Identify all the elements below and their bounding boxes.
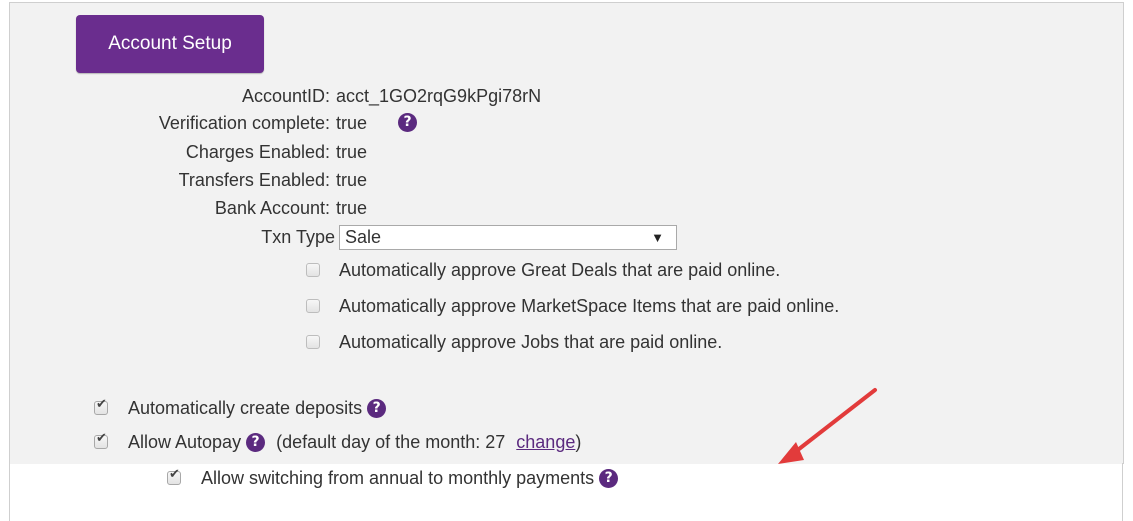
transfers-row: Transfers Enabled: true <box>0 167 700 193</box>
approve-marketspace-label: Automatically approve MarketSpace Items … <box>339 296 840 316</box>
account-setup-button[interactable]: Account Setup <box>76 15 264 73</box>
autopay-note-close: ) <box>575 432 582 452</box>
dropdown-arrow-icon: ▼ <box>651 230 664 245</box>
txn-type-select[interactable]: Sale ▼ <box>339 225 677 250</box>
question-circle-icon[interactable]: ? <box>599 469 619 488</box>
allow-switching-row: Allow switching from annual to monthly p… <box>201 465 619 491</box>
allow-autopay-label: Allow Autopay <box>128 432 242 452</box>
account-id-value: acct_1GO2rqG9kPgi78rN <box>336 86 542 106</box>
charges-value: true <box>336 142 368 162</box>
bank-value: true <box>336 198 368 218</box>
txn-type-row: Txn Type <box>0 224 340 250</box>
approve-jobs-checkbox[interactable] <box>306 335 320 349</box>
allow-autopay-row: Allow Autopay ? (default day of the mont… <box>128 429 581 455</box>
verification-label: Verification complete: <box>158 113 330 133</box>
approve-marketspace-checkbox[interactable] <box>306 299 320 313</box>
transfers-value: true <box>336 170 368 190</box>
approve-jobs-label: Automatically approve Jobs that are paid… <box>339 332 723 352</box>
approve-great-deals-checkbox[interactable] <box>306 263 320 277</box>
create-deposits-label: Automatically create deposits <box>128 398 363 418</box>
approve-great-deals-label: Automatically approve Great Deals that a… <box>339 260 781 280</box>
charges-label: Charges Enabled: <box>185 142 330 162</box>
create-deposits-row: Automatically create deposits ? <box>128 395 387 421</box>
bank-label: Bank Account: <box>214 198 330 218</box>
autopay-note: (default day of the month: 27 <box>276 432 506 452</box>
account-id-row: AccountID: acct_1GO2rqG9kPgi78rN <box>0 83 700 109</box>
create-deposits-checkbox[interactable] <box>94 397 108 415</box>
account-id-label: AccountID: <box>241 86 330 106</box>
bank-row: Bank Account: true <box>0 195 700 221</box>
question-circle-icon[interactable]: ? <box>367 399 387 418</box>
change-link[interactable]: change <box>516 432 575 452</box>
red-arrow-annotation <box>778 388 877 464</box>
verification-row: Verification complete: true ? <box>0 110 700 136</box>
question-circle-icon[interactable]: ? <box>398 113 417 132</box>
txn-type-selected: Sale <box>345 227 382 247</box>
allow-switching-label: Allow switching from annual to monthly p… <box>201 468 595 488</box>
allow-switching-checkbox[interactable] <box>167 467 181 485</box>
panel-border-left <box>9 463 10 521</box>
txn-type-label: Txn Type <box>261 227 335 247</box>
panel-border-right <box>1122 463 1123 521</box>
allow-autopay-checkbox[interactable] <box>94 431 108 449</box>
charges-row: Charges Enabled: true <box>0 139 700 165</box>
question-circle-icon[interactable]: ? <box>246 433 266 452</box>
verification-value: true <box>336 113 368 133</box>
transfers-label: Transfers Enabled: <box>178 170 330 190</box>
